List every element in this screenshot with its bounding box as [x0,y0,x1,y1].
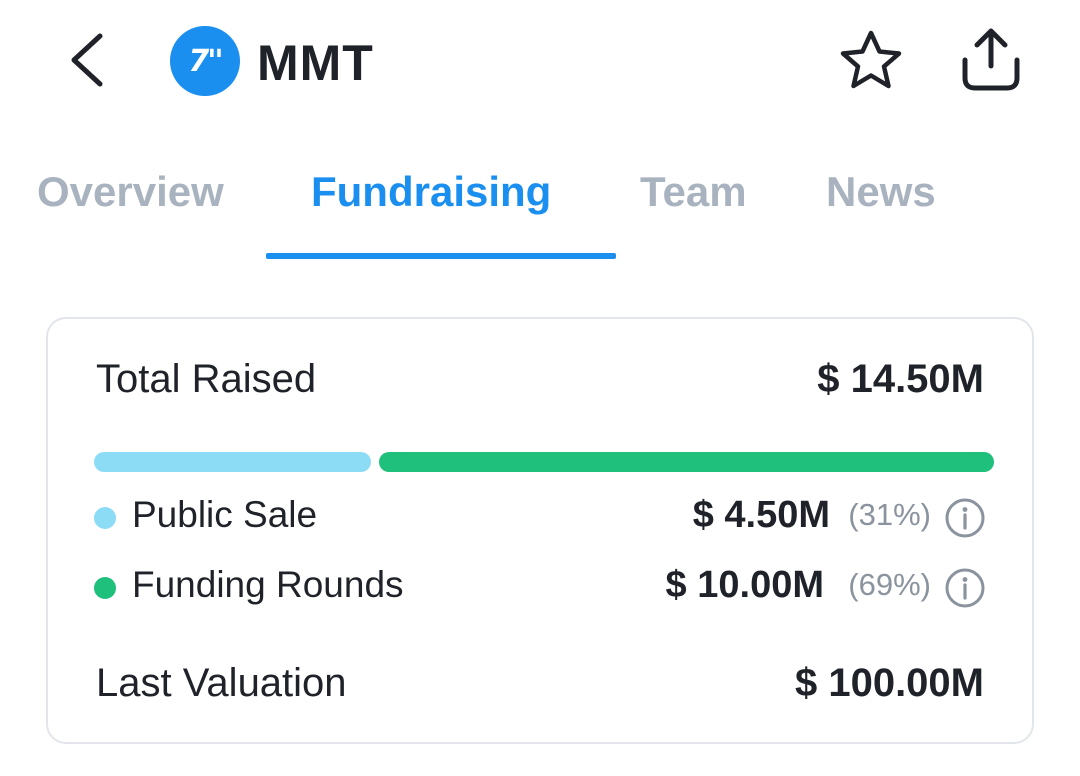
last-valuation-label: Last Valuation [96,661,347,705]
logo-text: 7'' [188,43,223,79]
funding-rounds-dot [94,577,116,599]
tab-overview[interactable]: Overview [37,166,224,218]
funding-rounds-label: Funding Rounds [132,564,404,605]
funding-rounds-bar-segment [379,452,994,472]
share-button[interactable] [955,26,1027,92]
tab-team[interactable]: Team [640,166,747,218]
tab-fundraising[interactable]: Fundraising [311,166,551,218]
tab-news[interactable]: News [826,166,936,218]
allocation-bar [94,452,994,472]
public-sale-bar-segment [94,452,371,472]
info-icon [945,568,985,608]
star-icon [840,30,902,89]
active-tab-indicator [266,253,616,259]
back-button[interactable] [62,28,118,92]
public-sale-value: $ 4.50M [692,494,830,536]
info-icon [945,498,985,538]
total-raised-label: Total Raised [96,357,317,401]
page-title: MMT [257,35,374,91]
favorite-button[interactable] [836,28,906,92]
funding-rounds-info-button[interactable] [944,567,986,609]
fundraising-card: Total Raised $ 14.50M Public Sale $ 4.50… [46,317,1034,744]
header: 7'' MMT [0,0,1080,125]
project-page: 7'' MMT Overview Fundraising Team News T… [0,0,1080,776]
total-raised-value: $ 14.50M [817,357,984,401]
public-sale-info-button[interactable] [944,497,986,539]
chevron-left-icon [71,33,103,87]
funding-rounds-percent: (69%) [848,567,931,602]
share-icon [962,28,1020,91]
public-sale-percent: (31%) [848,497,931,532]
tab-bar: Overview Fundraising Team News [0,150,1080,262]
funding-rounds-value: $ 10.00M [665,564,824,606]
last-valuation-value: $ 100.00M [794,661,984,705]
public-sale-label: Public Sale [132,494,318,535]
project-logo: 7'' [170,26,240,96]
public-sale-dot [94,507,116,529]
